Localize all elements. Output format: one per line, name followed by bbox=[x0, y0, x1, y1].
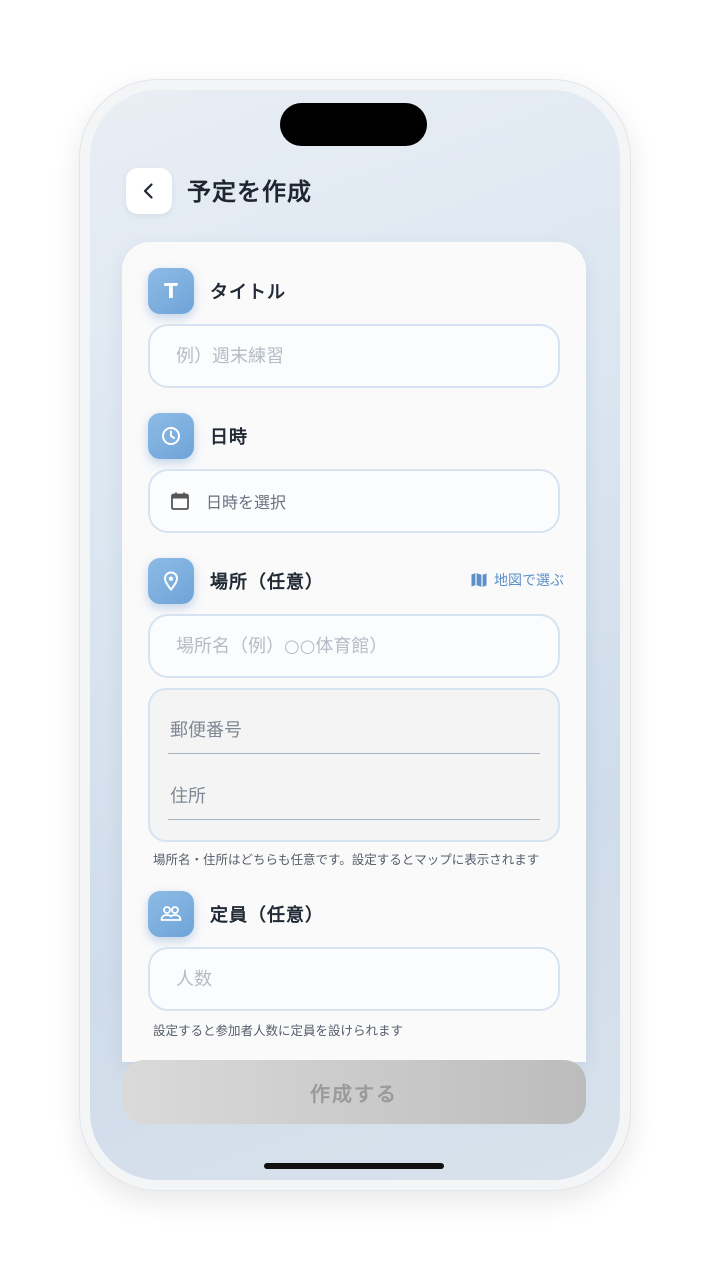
address-input[interactable] bbox=[168, 774, 540, 820]
capacity-section-label: 定員（任意） bbox=[210, 905, 324, 926]
capacity-section-header: 定員（任意） bbox=[148, 891, 568, 937]
location-section-header: 場所（任意） 地図で選ぶ bbox=[148, 558, 568, 604]
phone-frame: 予定を作成 T タイトル 日時 bbox=[80, 80, 630, 1190]
title-section-label: タイトル bbox=[210, 282, 286, 303]
home-indicator bbox=[264, 1163, 444, 1169]
address-box bbox=[148, 688, 560, 842]
postal-code-input[interactable] bbox=[168, 708, 540, 754]
location-pin-icon bbox=[148, 558, 194, 604]
chevron-left-icon bbox=[143, 183, 153, 199]
choose-on-map-link[interactable]: 地図で選ぶ bbox=[470, 570, 564, 590]
datetime-section-label: 日時 bbox=[210, 427, 248, 448]
capacity-input[interactable] bbox=[150, 949, 558, 1009]
calendar-icon bbox=[171, 492, 189, 510]
map-icon bbox=[471, 573, 487, 587]
create-button[interactable]: 作成する bbox=[122, 1060, 586, 1124]
place-name-field[interactable] bbox=[148, 614, 560, 678]
people-icon bbox=[148, 891, 194, 937]
title-input[interactable] bbox=[150, 326, 558, 386]
capacity-field[interactable] bbox=[148, 947, 560, 1011]
capacity-hint: 設定すると参加者人数に定員を設けられます bbox=[153, 1023, 404, 1038]
title-section-header: T タイトル bbox=[148, 268, 568, 314]
clock-icon bbox=[148, 413, 194, 459]
place-name-input[interactable] bbox=[150, 616, 558, 676]
choose-on-map-label: 地図で選ぶ bbox=[494, 573, 564, 589]
location-hint: 場所名・住所はどちらも任意です。設定するとマップに表示されます bbox=[153, 852, 540, 867]
title-t-icon: T bbox=[148, 268, 194, 314]
page-title: 予定を作成 bbox=[187, 178, 312, 206]
location-section-label: 場所（任意） bbox=[210, 572, 324, 593]
screen: 予定を作成 T タイトル 日時 bbox=[90, 90, 620, 1180]
form-card: T タイトル 日時 bbox=[122, 242, 586, 1062]
datetime-section-header: 日時 bbox=[148, 413, 568, 459]
title-field[interactable] bbox=[148, 324, 560, 388]
datetime-picker-field[interactable]: 日時を選択 bbox=[148, 469, 560, 533]
dynamic-island bbox=[280, 103, 427, 146]
datetime-field-text: 日時を選択 bbox=[206, 493, 287, 512]
back-button[interactable] bbox=[126, 168, 172, 214]
